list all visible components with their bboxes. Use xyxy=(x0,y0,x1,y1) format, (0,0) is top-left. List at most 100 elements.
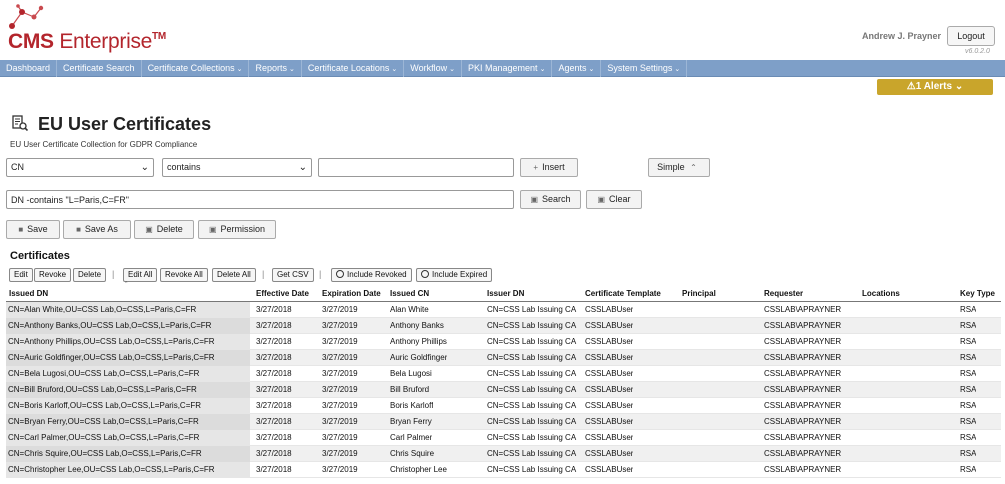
cell-issuer-dn: CN=CSS Lab Issuing CA xyxy=(487,337,577,346)
cell-issued-cn: Bryan Ferry xyxy=(390,417,432,426)
chevron-down-icon: ⌄ xyxy=(140,162,149,173)
column-header-requester[interactable]: Requester xyxy=(764,289,803,298)
column-header-expiration-date[interactable]: Expiration Date xyxy=(322,289,381,298)
save-as-button[interactable]: ■ Save As xyxy=(63,220,131,239)
nav-item-certificate-locations[interactable]: Certificate Locations ⌄ xyxy=(302,59,405,77)
cell-issued-cn: Carl Palmer xyxy=(390,433,433,442)
nav-item-certificate-search[interactable]: Certificate Search xyxy=(57,59,142,77)
table-row[interactable]: CN=Chris Squire,OU=CSS Lab,O=CSS,L=Paris… xyxy=(6,446,1001,462)
table-row[interactable]: CN=Bryan Ferry,OU=CSS Lab,O=CSS,L=Paris,… xyxy=(6,414,1001,430)
field-select-value: CN xyxy=(11,162,24,172)
chevron-down-icon: ⌄ xyxy=(391,65,398,73)
column-header-issued-dn[interactable]: Issued DN xyxy=(9,289,48,298)
table-body: CN=Alan White,OU=CSS Lab,O=CSS,L=Paris,C… xyxy=(6,302,1001,478)
column-header-issuer-dn[interactable]: Issuer DN xyxy=(487,289,524,298)
cell-certificate-template: CSSLABUser xyxy=(585,465,634,474)
revoke-button[interactable]: Revoke xyxy=(34,268,72,282)
chevron-down-icon: ⌄ xyxy=(449,65,456,73)
trash-icon: ▣ xyxy=(145,225,153,234)
save-icon: ■ xyxy=(18,225,24,234)
nav-item-workflow[interactable]: Workflow ⌄ xyxy=(404,59,463,77)
cell-issued-dn: CN=Auric Goldfinger,OU=CSS Lab,O=CSS,L=P… xyxy=(6,350,250,366)
cell-issued-dn: CN=Bill Bruford,OU=CSS Lab,O=CSS,L=Paris… xyxy=(6,382,250,398)
revoke-all-button[interactable]: Revoke All xyxy=(160,268,208,282)
table-row[interactable]: CN=Bela Lugosi,OU=CSS Lab,O=CSS,L=Paris,… xyxy=(6,366,1001,382)
cell-requester: CSSLAB\APRAYNER xyxy=(764,337,842,346)
column-header-certificate-template[interactable]: Certificate Template xyxy=(585,289,661,298)
query-input[interactable] xyxy=(6,190,514,209)
field-select[interactable]: CN ⌄ xyxy=(6,158,154,177)
cell-key-type: RSA xyxy=(960,337,977,346)
table-row[interactable]: CN=Anthony Phillips,OU=CSS Lab,O=CSS,L=P… xyxy=(6,334,1001,350)
cell-certificate-template: CSSLABUser xyxy=(585,353,634,362)
cell-requester: CSSLAB\APRAYNER xyxy=(764,401,842,410)
cell-key-type: RSA xyxy=(960,385,977,394)
toolbar-divider: | xyxy=(319,269,322,279)
cell-expiration-date: 3/27/2019 xyxy=(322,369,358,378)
simple-toggle-button[interactable]: Simple ⌃ xyxy=(648,158,710,177)
cell-expiration-date: 3/27/2019 xyxy=(322,433,358,442)
cell-effective-date: 3/27/2018 xyxy=(256,305,292,314)
column-header-locations[interactable]: Locations xyxy=(862,289,900,298)
version-label: v6.0.2.0 xyxy=(965,48,990,55)
table-row[interactable]: CN=Christopher Lee,OU=CSS Lab,O=CSS,L=Pa… xyxy=(6,462,1001,478)
table-row[interactable]: CN=Anthony Banks,OU=CSS Lab,O=CSS,L=Pari… xyxy=(6,318,1001,334)
table-row[interactable]: CN=Boris Karloff,OU=CSS Lab,O=CSS,L=Pari… xyxy=(6,398,1001,414)
nav-item-label: Reports xyxy=(255,62,287,73)
permission-button[interactable]: ▣ Permission xyxy=(198,220,276,239)
chevron-down-icon: ⌄ xyxy=(539,65,546,73)
include-revoked-toggle[interactable]: Include Revoked xyxy=(331,268,412,282)
edit-button[interactable]: Edit xyxy=(9,268,33,282)
delete-button[interactable]: ▣ Delete xyxy=(134,220,194,239)
table-row[interactable]: CN=Auric Goldfinger,OU=CSS Lab,O=CSS,L=P… xyxy=(6,350,1001,366)
edit-all-button[interactable]: Edit All xyxy=(123,268,158,282)
cell-certificate-template: CSSLABUser xyxy=(585,401,634,410)
cell-issued-dn: CN=Carl Palmer,OU=CSS Lab,O=CSS,L=Paris,… xyxy=(6,430,250,446)
search-term-input[interactable] xyxy=(318,158,514,177)
cell-issuer-dn: CN=CSS Lab Issuing CA xyxy=(487,385,577,394)
nav-item-label: Certificate Search xyxy=(63,62,135,73)
cell-issued-cn: Anthony Phillips xyxy=(390,337,447,346)
table-row[interactable]: CN=Alan White,OU=CSS Lab,O=CSS,L=Paris,C… xyxy=(6,302,1001,318)
nav-item-dashboard[interactable]: Dashboard xyxy=(0,59,58,77)
nav-item-reports[interactable]: Reports ⌄ xyxy=(249,59,302,77)
cell-requester: CSSLAB\APRAYNER xyxy=(764,385,842,394)
nav-item-agents[interactable]: Agents ⌄ xyxy=(552,59,602,77)
column-header-principal[interactable]: Principal xyxy=(682,289,716,298)
chevron-down-icon: ⌄ xyxy=(298,162,307,173)
cell-key-type: RSA xyxy=(960,417,977,426)
search-button[interactable]: ▣ Search xyxy=(520,190,581,209)
cell-issuer-dn: CN=CSS Lab Issuing CA xyxy=(487,369,577,378)
nav-item-system-settings[interactable]: System Settings ⌄ xyxy=(601,59,688,77)
include-expired-toggle[interactable]: Include Expired xyxy=(416,268,493,282)
cell-requester: CSSLAB\APRAYNER xyxy=(764,321,842,330)
delete-all-button[interactable]: Delete All xyxy=(212,268,256,282)
cell-issued-dn: CN=Chris Squire,OU=CSS Lab,O=CSS,L=Paris… xyxy=(6,446,250,462)
cell-certificate-template: CSSLABUser xyxy=(585,305,634,314)
nav-item-certificate-collections[interactable]: Certificate Collections ⌄ xyxy=(142,59,250,77)
table-row[interactable]: CN=Bill Bruford,OU=CSS Lab,O=CSS,L=Paris… xyxy=(6,382,1001,398)
cell-certificate-template: CSSLABUser xyxy=(585,369,634,378)
cell-effective-date: 3/27/2018 xyxy=(256,369,292,378)
save-button[interactable]: ■ Save xyxy=(6,220,60,239)
get-csv-button[interactable]: Get CSV xyxy=(272,268,314,282)
operator-select-value: contains xyxy=(167,162,201,172)
alerts-button[interactable]: ⚠1 Alerts ⌄ xyxy=(877,79,993,95)
nav-item-label: Dashboard xyxy=(6,62,51,73)
cell-effective-date: 3/27/2018 xyxy=(256,385,292,394)
table-row[interactable]: CN=Carl Palmer,OU=CSS Lab,O=CSS,L=Paris,… xyxy=(6,430,1001,446)
clear-button[interactable]: ▣ Clear xyxy=(586,190,642,209)
cell-requester: CSSLAB\APRAYNER xyxy=(764,305,842,314)
cms-logo[interactable]: CMS EnterpriseTM xyxy=(4,4,174,56)
column-header-effective-date[interactable]: Effective Date xyxy=(256,289,309,298)
cell-issued-dn: CN=Bela Lugosi,OU=CSS Lab,O=CSS,L=Paris,… xyxy=(6,366,250,382)
column-header-key-type[interactable]: Key Type xyxy=(960,289,995,298)
logout-button[interactable]: Logout xyxy=(947,26,995,46)
insert-button[interactable]: + Insert xyxy=(520,158,578,177)
column-header-issued-cn[interactable]: Issued CN xyxy=(390,289,429,298)
chevron-down-icon: ⌄ xyxy=(674,65,681,73)
delete-cert-button[interactable]: Delete xyxy=(73,268,107,282)
operator-select[interactable]: contains ⌄ xyxy=(162,158,312,177)
nav-item-pki-management[interactable]: PKI Management ⌄ xyxy=(462,59,553,77)
sort-ascending-icon[interactable]: ˆ xyxy=(125,282,127,289)
